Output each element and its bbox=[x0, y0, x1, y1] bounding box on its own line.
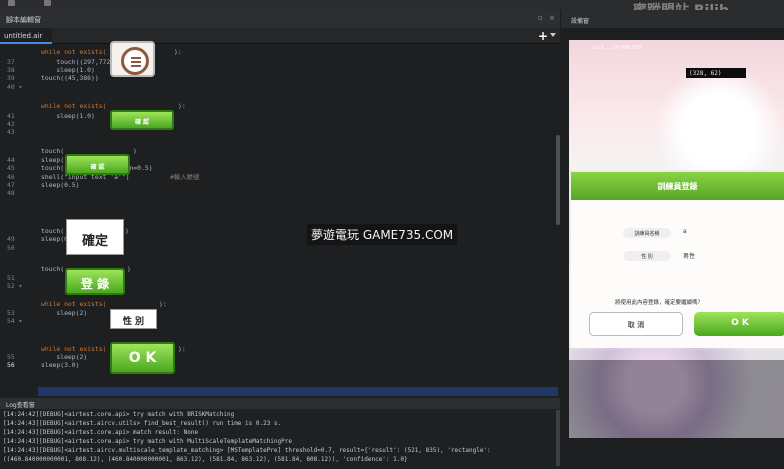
line-number: 43 bbox=[7, 128, 15, 136]
code-line: touch((45,386)) bbox=[41, 74, 99, 82]
register-dialog: 訓練員名稱 a 性 別 男性 將使用此內容登錄，確定要繼續嗎？ 取 消 O K bbox=[571, 200, 784, 350]
background-glow bbox=[649, 70, 784, 170]
log-line: [14:24:43][DEBUG]<airtest.core.api> matc… bbox=[3, 429, 199, 436]
code-line: touch((297,772)) bbox=[41, 58, 118, 66]
top-status-text: Lv.1 ... GP 000 000 bbox=[594, 45, 642, 51]
log-line: [14:24:43][DEBUG]<airtest.aircv.multisca… bbox=[3, 447, 491, 454]
app-icon bbox=[8, 0, 15, 6]
menu-icon-snapshot[interactable] bbox=[110, 41, 155, 77]
game-banner-image bbox=[569, 348, 784, 438]
app-icon-secondary bbox=[44, 0, 51, 6]
line-number: 45 bbox=[7, 164, 15, 172]
log-line: ((460.840000000001, 808.12), (460.840000… bbox=[3, 456, 408, 463]
code-line: while not exists( bbox=[41, 345, 107, 353]
add-tab-button[interactable]: + bbox=[538, 29, 548, 43]
line-number: 52 ▾ bbox=[7, 282, 23, 290]
line-number: 44 bbox=[7, 156, 15, 164]
coordinate-readout: (328, 62) bbox=[686, 68, 746, 78]
log-line: [14:24:42][DEBUG]<airtest.core.api> try … bbox=[3, 411, 235, 418]
line-number: 41 bbox=[7, 112, 15, 120]
code-line: sleep(1.0) bbox=[41, 112, 95, 120]
line-number: 38 bbox=[7, 66, 15, 74]
script-editor-panel: 腳本編輯窗 ▫ × untitled.air + while not exist… bbox=[0, 10, 560, 398]
line-number: 55 bbox=[7, 353, 15, 361]
log-panel-title: Log查看窗 bbox=[6, 402, 35, 409]
editor-panel-title: 腳本編輯窗 bbox=[6, 16, 41, 24]
code-line-tail: ): bbox=[178, 102, 186, 110]
code-line: sleep(0.5) bbox=[41, 181, 80, 189]
ok-snapshot[interactable]: O K bbox=[110, 342, 175, 374]
code-line: while not exists( bbox=[41, 300, 107, 308]
code-line: sleep(2) bbox=[41, 309, 88, 317]
tab-untitled-air[interactable]: untitled.air bbox=[0, 28, 52, 44]
name-value: a bbox=[683, 228, 687, 235]
code-line: while not exists( bbox=[41, 102, 107, 110]
code-line-tail: ): bbox=[174, 48, 182, 56]
line-number: 40 ▾ bbox=[7, 83, 23, 91]
code-comment: #輸入帳號 bbox=[170, 173, 200, 181]
current-line-highlight bbox=[38, 387, 558, 396]
register-snapshot[interactable]: 登 錄 bbox=[65, 268, 125, 295]
code-line: touch( bbox=[41, 265, 65, 273]
name-label: 訓練員名稱 bbox=[623, 228, 671, 238]
line-number: 46 bbox=[7, 173, 15, 181]
line-number: 42 bbox=[7, 120, 15, 128]
chevron-down-icon[interactable] bbox=[550, 33, 556, 37]
gender-label: 性 別 bbox=[623, 251, 671, 261]
code-line: sleep(1.0) bbox=[41, 66, 95, 74]
log-panel-header: Log查看窗 bbox=[0, 398, 560, 409]
line-number: 56 bbox=[7, 361, 15, 369]
code-line: touch( bbox=[41, 147, 65, 155]
line-number: 48 bbox=[7, 189, 15, 197]
line-number: 37 bbox=[7, 58, 15, 66]
dialog-title: 訓練員登錄 bbox=[571, 172, 784, 200]
code-line: touch( bbox=[41, 227, 65, 235]
ok-button[interactable]: O K bbox=[694, 312, 784, 336]
device-panel-header: 設備窗 bbox=[561, 10, 784, 28]
site-watermark: 夢遊電玩 GAME735.COM bbox=[307, 224, 458, 245]
line-number: 50 bbox=[7, 244, 15, 252]
gender-value: 男性 bbox=[683, 253, 696, 260]
confirm-question: 將使用此內容登錄，確定要繼續嗎？ bbox=[615, 300, 704, 306]
device-panel-title: 設備窗 bbox=[571, 18, 590, 25]
gender-snapshot[interactable]: 性 別 bbox=[110, 309, 157, 329]
line-number: 49 bbox=[7, 235, 15, 243]
code-line: while not exists( bbox=[41, 48, 107, 56]
line-number: 51 bbox=[7, 274, 15, 282]
cancel-button[interactable]: 取 消 bbox=[589, 312, 683, 336]
log-line: [14:24:43][DEBUG]<airtest.aircv.utils> f… bbox=[3, 420, 282, 427]
line-number: 39 bbox=[7, 74, 15, 82]
editor-panel-header: 腳本編輯窗 ▫ × bbox=[0, 10, 560, 28]
log-scrollbar[interactable] bbox=[556, 410, 560, 466]
line-number: 47 bbox=[7, 181, 15, 189]
confirm-snapshot[interactable]: 確定 bbox=[66, 219, 124, 255]
device-panel: 設備窗 Lv.1 ... GP 000 000 (328, 62) 訓練員登錄 … bbox=[561, 10, 784, 469]
code-line-tail: ) bbox=[133, 147, 137, 155]
green-button-snapshot-1[interactable]: 確 認 bbox=[110, 110, 174, 130]
code-line-tail: ) bbox=[127, 265, 131, 273]
code-line-tail: ): bbox=[159, 300, 167, 308]
log-panel: Log查看窗 [14:24:42][DEBUG]<airtest.core.ap… bbox=[0, 398, 560, 469]
float-panel-icon[interactable]: ▫ bbox=[538, 14, 543, 22]
code-line-tail: ): bbox=[178, 345, 186, 353]
line-number: 54 ▾ bbox=[7, 317, 23, 325]
line-number: 53 bbox=[7, 309, 15, 317]
code-line: sleep(3.0) bbox=[41, 361, 80, 369]
log-line: [14:24:43][DEBUG]<airtest.core.api> try … bbox=[3, 438, 292, 445]
close-panel-icon[interactable]: × bbox=[549, 14, 555, 22]
code-line: sleep(2) bbox=[41, 353, 88, 361]
editor-scrollbar[interactable] bbox=[556, 135, 560, 225]
device-screen[interactable]: Lv.1 ... GP 000 000 (328, 62) 訓練員登錄 訓練員名… bbox=[569, 40, 784, 360]
editor-tabbar: untitled.air + bbox=[0, 28, 560, 44]
code-line-tail: ) bbox=[125, 227, 129, 235]
green-button-snapshot-2[interactable]: 確 認 bbox=[65, 154, 130, 175]
hamburger-icon bbox=[121, 47, 149, 75]
